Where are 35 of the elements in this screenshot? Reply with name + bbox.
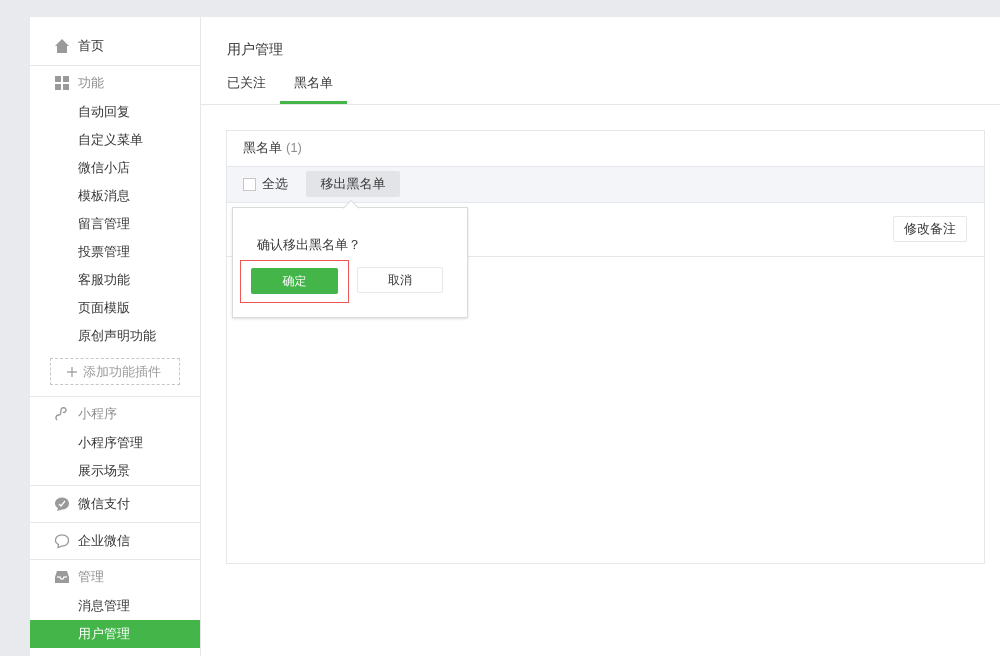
nav-link[interactable]: 企业微信 (30, 531, 200, 551)
confirm-message: 确认移出黑名单？ (257, 236, 361, 254)
chat-bubble-icon (54, 496, 70, 512)
inbox-icon (54, 569, 70, 585)
nav-item[interactable]: 客服功能 (30, 266, 200, 294)
panel-count: (1) (286, 139, 302, 158)
nav-item[interactable]: 页面模版 (30, 294, 200, 322)
edit-remark-button[interactable]: 修改备注 (893, 216, 967, 242)
remove-from-blacklist-button[interactable]: 移出黑名单 (306, 171, 400, 197)
nav-group-header: 功能 (30, 73, 200, 93)
cancel-button[interactable]: 取消 (357, 266, 443, 292)
nav-group-header: 小程序 (30, 404, 200, 424)
nav-item[interactable]: 微信小店 (30, 154, 200, 182)
home-icon (54, 38, 70, 54)
grid-icon (54, 75, 70, 91)
nav-item[interactable]: 模板消息 (30, 182, 200, 210)
nav-item[interactable]: 自动回复 (30, 98, 200, 126)
nav-link[interactable]: 首页 (30, 36, 200, 56)
nav-item[interactable]: 消息管理 (30, 592, 200, 620)
nav-link[interactable]: 微信支付 (30, 494, 200, 514)
nav-item[interactable]: 原创声明功能 (30, 322, 200, 350)
nav-group-header: 管理 (30, 567, 200, 587)
page-title: 用户管理 (226, 40, 283, 59)
select-all-checkbox[interactable] (243, 178, 256, 190)
tab[interactable]: 已关注 (227, 73, 266, 104)
nav-item[interactable]: 展示场景 (30, 457, 200, 485)
nav-item[interactable]: 投票管理 (30, 238, 200, 266)
nav-item[interactable]: 小程序管理 (30, 429, 200, 457)
panel-title: 黑名单 (243, 139, 282, 158)
nav-item[interactable]: 留言管理 (30, 210, 200, 238)
select-all-label: 全选 (262, 175, 288, 194)
tab[interactable]: 黑名单 (280, 73, 347, 104)
chat-bubble-icon (54, 533, 70, 549)
nav-item[interactable]: 自定义菜单 (30, 126, 200, 154)
plus-icon (67, 366, 77, 376)
